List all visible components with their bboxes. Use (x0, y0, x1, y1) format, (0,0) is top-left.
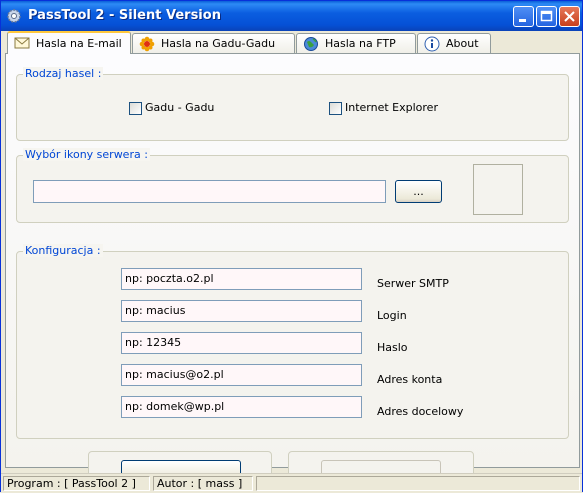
login-input[interactable]: np: macius (121, 300, 362, 322)
status-empty (256, 476, 580, 491)
tab-ftp[interactable]: Hasla na FTP (296, 33, 416, 53)
gadu-gadu-label: Gadu - Gadu (145, 101, 215, 114)
tab-label: About (446, 37, 479, 50)
tab-label: Hasla na E-mail (36, 37, 122, 50)
browse-button[interactable]: ... (395, 180, 442, 203)
gadu-flower-icon (139, 36, 155, 52)
gear-icon (7, 9, 21, 23)
tab-label: Hasla na Gadu-Gadu (161, 37, 276, 50)
account-address-input[interactable]: np: macius@o2.pl (121, 364, 362, 386)
tab-label: Hasla na FTP (325, 37, 396, 50)
server-icon-preview (473, 164, 523, 215)
target-address-label: Adres docelowy (377, 405, 464, 418)
tab-about[interactable]: About (417, 33, 491, 53)
close-icon (564, 11, 575, 22)
internet-explorer-label: Internet Explorer (345, 101, 438, 114)
group-title: Konfiguracja : (23, 244, 103, 257)
title-bar[interactable]: PassTool 2 - Silent Version (1, 1, 582, 31)
tab-email[interactable]: Hasla na E-mail (7, 31, 131, 54)
tab-strip: Hasla na E-mail Hasla na Gadu-Gadu Hasla… (5, 31, 580, 54)
maximize-icon (540, 10, 553, 22)
envelope-icon (14, 37, 30, 49)
login-label: Login (377, 309, 407, 322)
account-address-label: Adres konta (377, 373, 443, 386)
smtp-server-input[interactable]: np: poczta.o2.pl (121, 268, 362, 290)
server-icon-group: Wybór ikony serwera : ... (16, 148, 569, 223)
gadu-gadu-checkbox[interactable] (129, 102, 142, 115)
status-program: Program : [ PassTool 2 ] (3, 476, 150, 491)
maximize-button[interactable] (536, 6, 557, 27)
tab-panel-email: Rodzaj hasel : Gadu - Gadu Internet Expl… (5, 53, 580, 482)
target-address-input[interactable]: np: domek@wp.pl (121, 396, 362, 418)
info-icon (424, 36, 440, 52)
icon-path-input[interactable] (33, 180, 386, 203)
minimize-icon (519, 19, 526, 22)
smtp-server-label: Serwer SMTP (377, 277, 449, 290)
minimize-button[interactable] (513, 6, 534, 27)
close-button[interactable] (559, 6, 580, 27)
password-type-group: Rodzaj hasel : Gadu - Gadu Internet Expl… (16, 67, 569, 141)
tab-gadu-gadu[interactable]: Hasla na Gadu-Gadu (132, 33, 295, 53)
window-title: PassTool 2 - Silent Version (28, 8, 221, 23)
globe-icon (304, 37, 318, 51)
app-window: PassTool 2 - Silent Version Hasla na E-m… (0, 0, 583, 493)
password-label: Haslo (377, 341, 408, 354)
status-bar: Program : [ PassTool 2 ] Autor : [ mass … (1, 473, 582, 493)
configuration-group: Konfiguracja : np: poczta.o2.pl Serwer S… (16, 244, 569, 439)
status-author: Autor : [ mass ] (153, 476, 253, 491)
password-input[interactable]: np: 12345 (121, 332, 362, 354)
internet-explorer-checkbox[interactable] (329, 102, 342, 115)
group-title: Wybór ikony serwera : (23, 148, 150, 161)
group-title: Rodzaj hasel : (23, 67, 104, 80)
